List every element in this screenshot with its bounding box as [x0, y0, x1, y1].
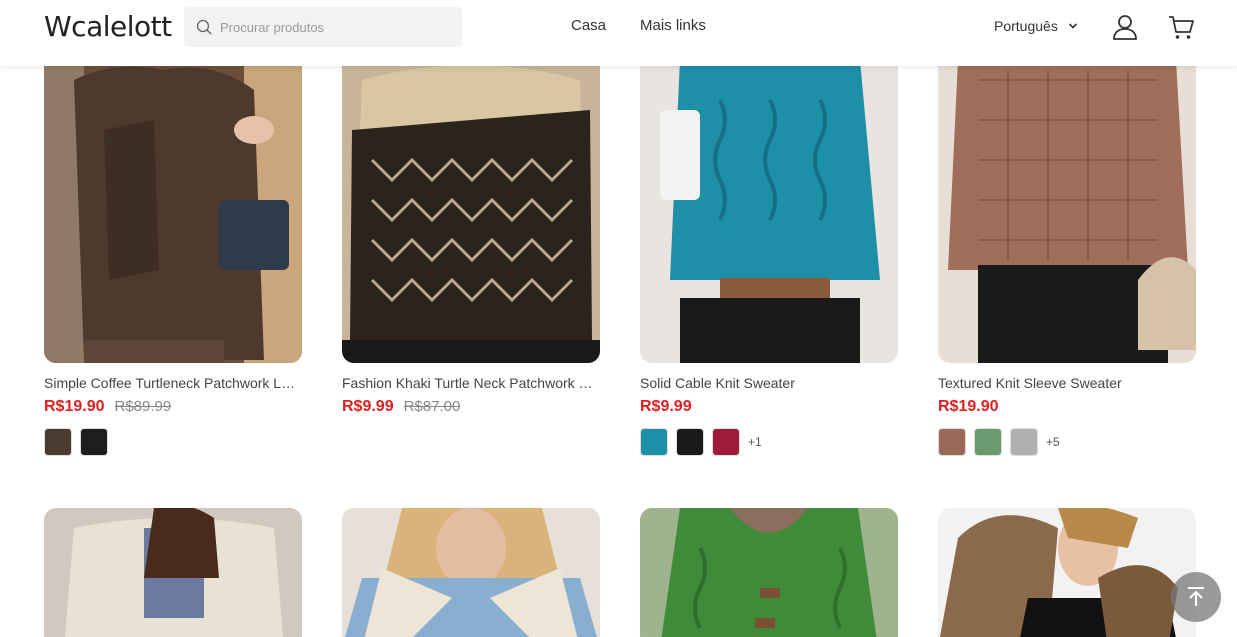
product-image-placeholder: [938, 508, 1196, 637]
site-header: Wcalelott Casa Mais links Português: [0, 0, 1237, 66]
back-to-top-button[interactable]: [1171, 572, 1221, 622]
search-icon: [196, 19, 212, 35]
product-prices: R$9.99 R$87.00: [342, 398, 600, 416]
product-title[interactable]: Textured Knit Sleeve Sweater: [938, 375, 1196, 393]
product-card[interactable]: Simple Coffee Turtleneck Patchwork Loose…: [44, 40, 302, 456]
search-input[interactable]: [220, 19, 450, 35]
more-colors-count[interactable]: +1: [748, 435, 762, 449]
nav-link-home[interactable]: Casa: [571, 17, 606, 34]
color-swatches: +1: [640, 428, 898, 456]
language-label: Português: [994, 18, 1058, 34]
product-image-placeholder: [342, 508, 600, 637]
product-title[interactable]: Solid Cable Knit Sweater: [640, 375, 898, 393]
more-colors-count[interactable]: +5: [1046, 435, 1060, 449]
product-image[interactable]: [342, 40, 600, 363]
color-swatch[interactable]: [80, 428, 108, 456]
color-swatch[interactable]: [640, 428, 668, 456]
user-icon[interactable]: [1111, 13, 1139, 41]
color-swatch[interactable]: [44, 428, 72, 456]
color-swatches: +5: [938, 428, 1196, 456]
language-selector[interactable]: Português: [994, 18, 1078, 34]
site-logo[interactable]: Wcalelott: [44, 10, 172, 43]
product-image[interactable]: [342, 508, 600, 637]
product-price: R$9.99: [640, 398, 692, 415]
product-card[interactable]: [342, 508, 600, 637]
product-card[interactable]: Solid Cable Knit Sweater R$9.99 +1: [640, 40, 898, 456]
color-swatch[interactable]: [676, 428, 704, 456]
product-image-placeholder: [640, 508, 898, 637]
color-swatches: [44, 428, 302, 456]
product-image[interactable]: [44, 40, 302, 363]
product-prices: R$19.90: [938, 398, 1196, 416]
color-swatch[interactable]: [1010, 428, 1038, 456]
product-image-placeholder: [342, 40, 600, 363]
product-old-price: R$89.99: [114, 398, 172, 415]
product-image[interactable]: [640, 40, 898, 363]
product-image[interactable]: [640, 508, 898, 637]
product-image-placeholder: [44, 40, 302, 363]
product-title[interactable]: Fashion Khaki Turtle Neck Patchwork Knit…: [342, 375, 600, 393]
cart-icon[interactable]: [1167, 13, 1195, 41]
chevron-down-icon: [1068, 23, 1077, 29]
product-card[interactable]: [44, 508, 302, 637]
product-card[interactable]: [938, 508, 1196, 637]
color-swatch[interactable]: [938, 428, 966, 456]
product-prices: R$19.90 R$89.99: [44, 398, 302, 416]
arrow-up-icon: [1188, 587, 1204, 606]
search-bar[interactable]: [184, 7, 462, 47]
product-image[interactable]: [938, 40, 1196, 363]
color-swatch[interactable]: [712, 428, 740, 456]
product-image-placeholder: [938, 40, 1196, 363]
product-image[interactable]: [938, 508, 1196, 637]
product-prices: R$9.99: [640, 398, 898, 416]
product-card[interactable]: Textured Knit Sleeve Sweater R$19.90 +5: [938, 40, 1196, 456]
product-price: R$19.90: [938, 398, 999, 415]
product-image-placeholder: [640, 40, 898, 363]
product-price: R$9.99: [342, 398, 394, 415]
product-card[interactable]: [640, 508, 898, 637]
product-image[interactable]: [44, 508, 302, 637]
product-old-price: R$87.00: [403, 398, 461, 415]
nav-link-more-links[interactable]: Mais links: [640, 17, 706, 34]
product-price: R$19.90: [44, 398, 105, 415]
product-card[interactable]: Fashion Khaki Turtle Neck Patchwork Knit…: [342, 40, 600, 416]
product-image-placeholder: [44, 508, 302, 637]
product-title[interactable]: Simple Coffee Turtleneck Patchwork Loose…: [44, 375, 302, 393]
color-swatch[interactable]: [974, 428, 1002, 456]
